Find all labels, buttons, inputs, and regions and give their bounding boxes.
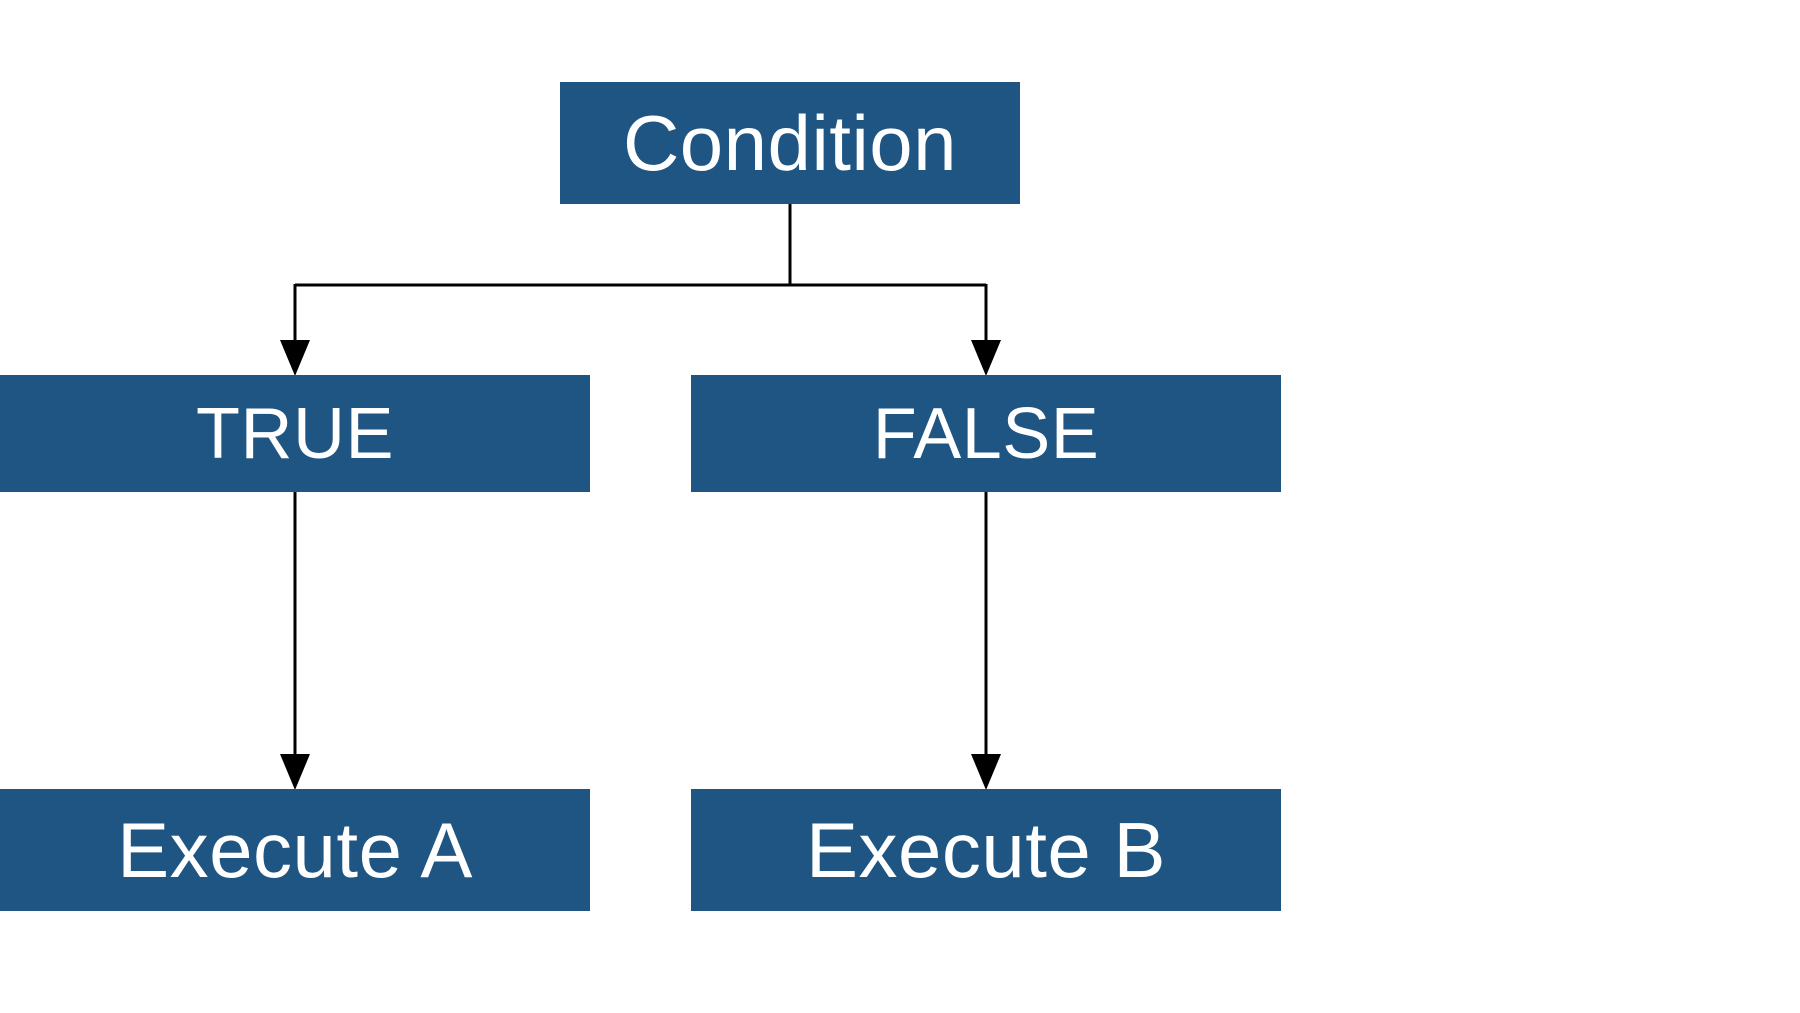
execute-a-node: Execute A bbox=[0, 789, 590, 911]
execute-b-node: Execute B bbox=[691, 789, 1281, 911]
true-node: TRUE bbox=[0, 375, 590, 492]
execute-b-label: Execute B bbox=[806, 811, 1166, 889]
true-label: TRUE bbox=[196, 398, 394, 470]
condition-node: Condition bbox=[560, 82, 1020, 204]
false-label: FALSE bbox=[873, 398, 1100, 470]
execute-a-label: Execute A bbox=[117, 811, 473, 889]
condition-label: Condition bbox=[623, 104, 957, 182]
false-node: FALSE bbox=[691, 375, 1281, 492]
